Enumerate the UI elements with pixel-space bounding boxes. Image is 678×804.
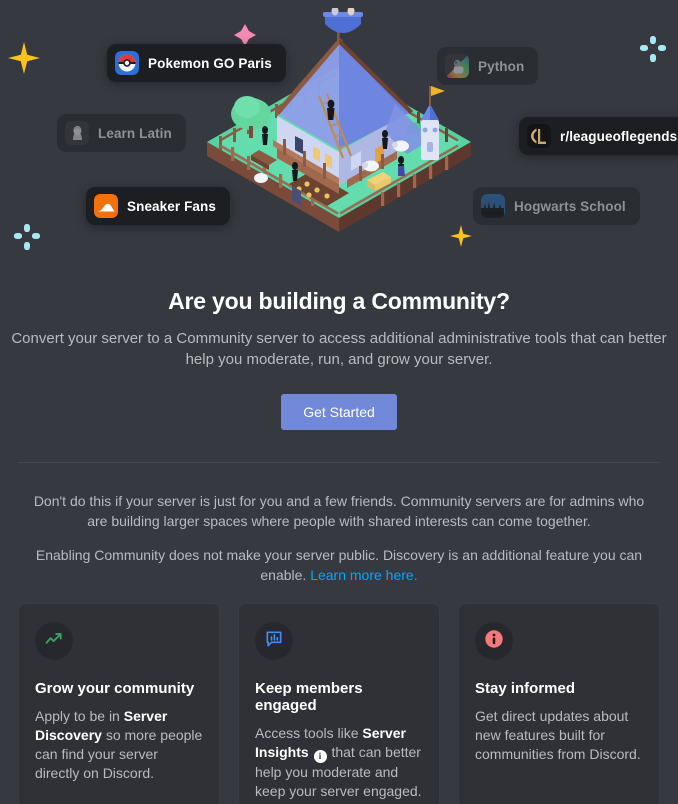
feature-card-stay-informed: Stay informed Get direct updates about n… [458,603,660,804]
server-pill-sneaker-fans[interactable]: Sneaker Fans [86,187,230,225]
community-settings-page: Pokemon GO Paris Learn Latin Sneaker Fan… [0,0,678,804]
card-title: Grow your community [35,680,195,697]
cta-row: Get Started [6,394,672,430]
server-pill-hogwarts-school[interactable]: Hogwarts School [473,187,640,225]
card-title: Keep members engaged [255,680,363,714]
feature-card-keep-members-engaged: Keep members engaged Access tools like S… [238,603,440,804]
server-pill-label: Python [478,58,525,74]
page-subtitle: Convert your server to a Community serve… [11,330,667,368]
chat-insights-icon [264,629,284,654]
server-pill-label: r/leagueoflegends [560,128,678,144]
server-pill-label: Pokemon GO Paris [148,55,272,71]
card-text-part: Get direct updates about new features bu… [475,708,641,762]
card-text-part: Apply to be in [35,708,124,724]
hero-section: Pokemon GO Paris Learn Latin Sneaker Fan… [0,0,678,268]
card-icon-wrapper [475,622,513,660]
server-pill-label: Hogwarts School [514,198,626,214]
server-pill-pokemon-go-paris[interactable]: Pokemon GO Paris [107,44,286,82]
note-not-for-small-servers: Don't do this if your server is just for… [33,493,645,529]
hogwarts-castle-icon [481,194,505,218]
server-pill-leagueoflegends[interactable]: r/leagueoflegends [519,117,678,155]
feature-card-grow-your-community: Grow your community Apply to be in Serve… [18,603,220,804]
card-icon-wrapper [35,622,73,660]
server-insights-info-icon[interactable]: i [313,750,327,763]
learn-more-link[interactable]: Learn more here. [310,567,417,583]
feature-cards: Grow your community Apply to be in Serve… [18,603,660,804]
card-description: Access tools like Server Insights i that… [255,724,423,801]
server-pill-python[interactable]: Python [437,47,539,85]
server-pill-label: Sneaker Fans [127,198,216,214]
sneaker-icon [94,194,118,218]
server-pill-label: Learn Latin [98,125,172,141]
card-title: Stay informed [475,680,576,697]
trending-up-icon [44,629,64,654]
page-title: Are you building a Community? [168,288,510,314]
league-of-legends-icon [527,124,551,148]
card-text-part: Access tools like [255,725,363,741]
card-icon-wrapper [255,622,293,660]
notes-section: Don't do this if your server is just for… [24,491,654,585]
card-description: Get direct updates about new features bu… [475,707,643,764]
sparkle-dots-cyan-left [14,224,40,250]
roman-bust-icon [65,121,89,145]
main-content: Are you building a Community? Convert yo… [0,288,678,804]
sparkle-star-yellow-left [8,42,40,74]
sparkle-dots-cyan-right [640,36,666,62]
note-discovery-optional: Enabling Community does not make your se… [24,545,654,585]
pokeball-icon [115,51,139,75]
server-pill-learn-latin[interactable]: Learn Latin [57,114,186,152]
get-started-button[interactable]: Get Started [281,394,397,430]
section-divider [18,462,660,463]
info-circle-icon [483,628,505,655]
python-icon [445,54,469,78]
card-description: Apply to be in Server Discovery so more … [35,707,203,783]
